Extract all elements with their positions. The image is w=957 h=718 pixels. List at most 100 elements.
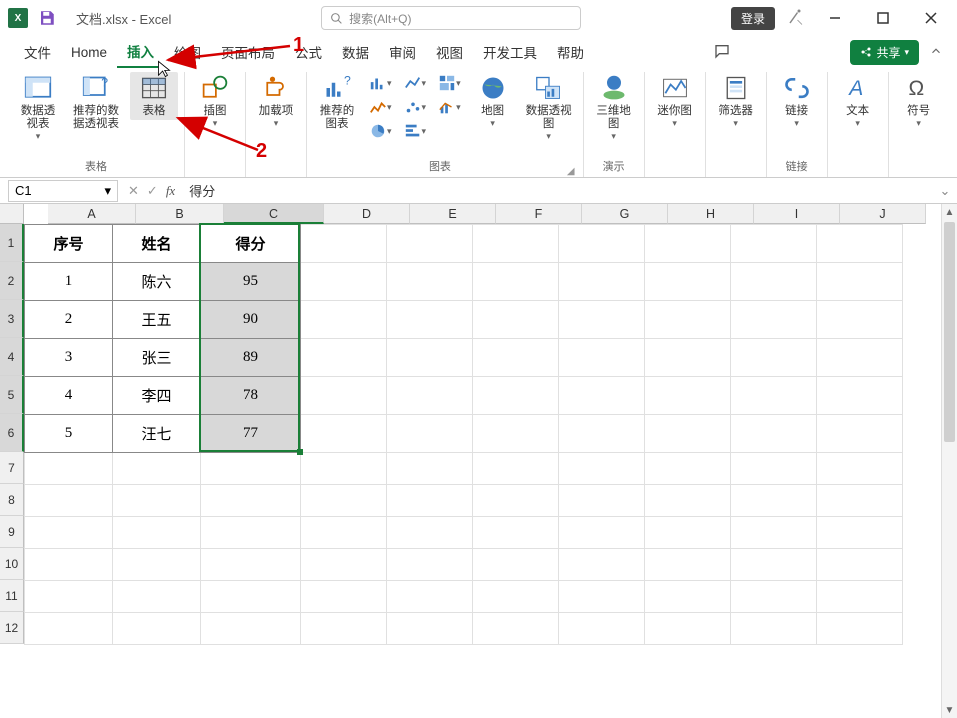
cell[interactable] [201,613,301,645]
cell[interactable] [559,339,645,377]
cell[interactable] [473,225,559,263]
cell[interactable]: 89 [201,339,301,377]
save-icon[interactable] [38,9,56,27]
row-header-7[interactable]: 7 [0,452,24,484]
text-button[interactable]: A 文本▾ [834,72,882,131]
cell[interactable] [113,549,201,581]
cell[interactable] [387,613,473,645]
table-button[interactable]: 表格 [130,72,178,120]
cell[interactable] [731,581,817,613]
cell[interactable] [559,377,645,415]
col-header-J[interactable]: J [840,204,926,224]
cell[interactable] [473,485,559,517]
cell[interactable] [817,377,903,415]
3d-map-button[interactable]: 三维地图▾ [590,72,638,144]
cell[interactable] [817,549,903,581]
cell[interactable] [25,485,113,517]
cell[interactable] [473,415,559,453]
cell[interactable] [645,549,731,581]
cell[interactable] [113,517,201,549]
cell[interactable] [817,225,903,263]
cell[interactable] [113,485,201,517]
vertical-scrollbar[interactable]: ▲ ▼ [941,204,957,718]
cell[interactable] [559,301,645,339]
cell[interactable] [559,263,645,301]
col-header-B[interactable]: B [136,204,224,224]
cell[interactable] [731,613,817,645]
cell[interactable] [387,377,473,415]
maximize-button[interactable] [865,4,901,32]
cell[interactable] [473,517,559,549]
cell[interactable] [301,549,387,581]
close-button[interactable] [913,4,949,32]
cell[interactable]: 3 [25,339,113,377]
recommended-pivot-button[interactable]: ? 推荐的数据透视表 [66,72,126,133]
cell[interactable] [731,263,817,301]
cell[interactable] [201,549,301,581]
cell[interactable] [559,549,645,581]
cell[interactable] [301,581,387,613]
illustrations-button[interactable]: 插图▾ [191,72,239,131]
scroll-up-arrow[interactable]: ▲ [942,204,957,220]
cell[interactable] [817,485,903,517]
cell[interactable]: 王五 [113,301,201,339]
col-header-H[interactable]: H [668,204,754,224]
cell[interactable]: 得分 [201,225,301,263]
col-header-D[interactable]: D [324,204,410,224]
cancel-formula-icon[interactable]: ✕ [128,183,139,199]
tab-审阅[interactable]: 审阅 [379,36,426,68]
tab-页面布局[interactable]: 页面布局 [211,36,285,68]
tab-视图[interactable]: 视图 [426,36,473,68]
cell[interactable] [645,485,731,517]
col-header-F[interactable]: F [496,204,582,224]
cell[interactable] [731,225,817,263]
column-headers[interactable]: ABCDEFGHIJ [48,204,941,224]
tab-开发工具[interactable]: 开发工具 [473,36,547,68]
cell[interactable] [731,301,817,339]
tab-文件[interactable]: 文件 [14,36,61,68]
row-header-5[interactable]: 5 [0,376,24,414]
cell[interactable] [645,517,731,549]
cell[interactable] [817,581,903,613]
tab-数据[interactable]: 数据 [332,36,379,68]
cell[interactable] [645,263,731,301]
cell[interactable] [25,613,113,645]
cell[interactable] [473,453,559,485]
cell[interactable] [201,581,301,613]
symbols-button[interactable]: Ω 符号▾ [895,72,943,131]
cell[interactable] [645,377,731,415]
cell[interactable] [645,301,731,339]
cell[interactable] [25,581,113,613]
combo-chart-button[interactable]: ▾ [434,96,465,118]
cell[interactable] [731,549,817,581]
row-header-11[interactable]: 11 [0,580,24,612]
link-button[interactable]: 链接▾ [773,72,821,131]
col-header-G[interactable]: G [582,204,668,224]
cell[interactable] [201,517,301,549]
cell[interactable] [113,453,201,485]
ribbon-collapse-button[interactable] [929,44,943,61]
tab-帮助[interactable]: 帮助 [547,36,594,68]
cell[interactable]: 95 [201,263,301,301]
cell[interactable] [387,517,473,549]
cell[interactable] [473,581,559,613]
pivot-chart-button[interactable]: 数据透视图▾ [521,72,577,144]
touch-mode-icon[interactable] [787,8,805,29]
col-header-I[interactable]: I [754,204,840,224]
cell[interactable] [387,339,473,377]
cell[interactable] [817,613,903,645]
map-chart-button[interactable]: 地图▾ [469,72,517,131]
cell[interactable] [201,453,301,485]
cell[interactable] [559,517,645,549]
cell[interactable] [113,581,201,613]
cell[interactable] [817,517,903,549]
row-header-2[interactable]: 2 [0,262,24,300]
cell[interactable] [817,453,903,485]
cell[interactable] [559,415,645,453]
cell[interactable] [301,415,387,453]
formula-input[interactable]: 得分 [181,181,933,200]
charts-dialog-launcher[interactable]: ◢ [567,166,575,177]
scroll-down-arrow[interactable]: ▼ [942,702,957,718]
share-button[interactable]: 共享 ▾ [850,40,919,65]
cell[interactable]: 序号 [25,225,113,263]
